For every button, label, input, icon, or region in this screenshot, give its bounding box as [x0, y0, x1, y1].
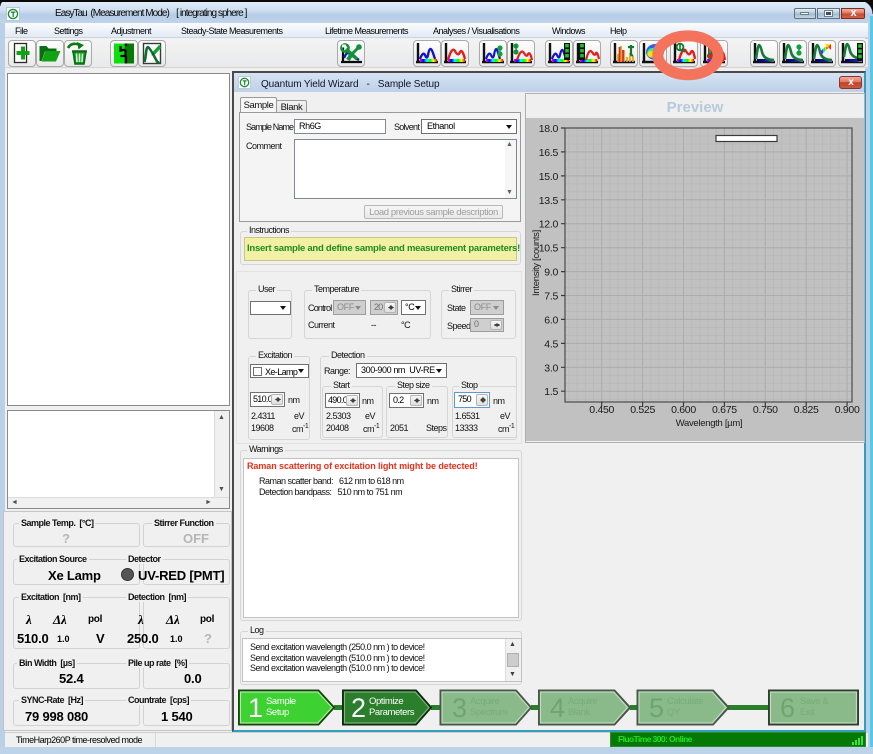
svg-text:Optimize: Optimize [369, 696, 403, 707]
svg-text:Wavelength [µm]: Wavelength [µm] [676, 418, 743, 429]
svg-text:Blank: Blank [568, 707, 590, 718]
svg-text:0.900: 0.900 [835, 404, 860, 416]
svg-text:QY: QY [667, 707, 681, 718]
svg-text:3.0: 3.0 [544, 362, 558, 374]
svg-text:3: 3 [452, 693, 467, 723]
svg-text:7.5: 7.5 [544, 291, 558, 303]
svg-text:13.5: 13.5 [539, 195, 559, 207]
svg-text:1: 1 [248, 693, 263, 723]
svg-text:Spectrum: Spectrum [470, 707, 508, 718]
svg-text:1.5: 1.5 [544, 386, 558, 398]
svg-text:15.0: 15.0 [539, 171, 559, 183]
svg-text:4: 4 [550, 693, 565, 723]
svg-text:0.600: 0.600 [671, 404, 696, 416]
svg-text:4.5: 4.5 [544, 338, 558, 350]
svg-text:Calculate: Calculate [667, 696, 703, 707]
svg-text:0.450: 0.450 [589, 404, 614, 416]
svg-text:Sample: Sample [266, 696, 296, 707]
svg-text:Intensity [counts]: Intensity [counts] [531, 230, 542, 296]
svg-text:18.0: 18.0 [539, 123, 559, 135]
svg-text:16.5: 16.5 [539, 147, 559, 159]
svg-text:0.675: 0.675 [712, 404, 737, 416]
svg-text:9.0: 9.0 [544, 267, 558, 279]
svg-text:0.525: 0.525 [630, 404, 655, 416]
svg-text:Acquire: Acquire [568, 696, 598, 707]
svg-text:0.825: 0.825 [794, 404, 819, 416]
svg-text:Acquire: Acquire [470, 696, 500, 707]
svg-text:Save &: Save & [800, 696, 829, 707]
svg-text:6: 6 [780, 693, 795, 723]
svg-text:2: 2 [351, 693, 366, 723]
svg-text:Parameters: Parameters [369, 707, 415, 718]
svg-text:6.0: 6.0 [544, 314, 558, 326]
svg-text:12.0: 12.0 [539, 219, 559, 231]
svg-text:Setup: Setup [266, 707, 289, 718]
svg-text:5: 5 [649, 693, 664, 723]
svg-text:0.750: 0.750 [753, 404, 778, 416]
svg-text:Exit: Exit [800, 707, 815, 718]
